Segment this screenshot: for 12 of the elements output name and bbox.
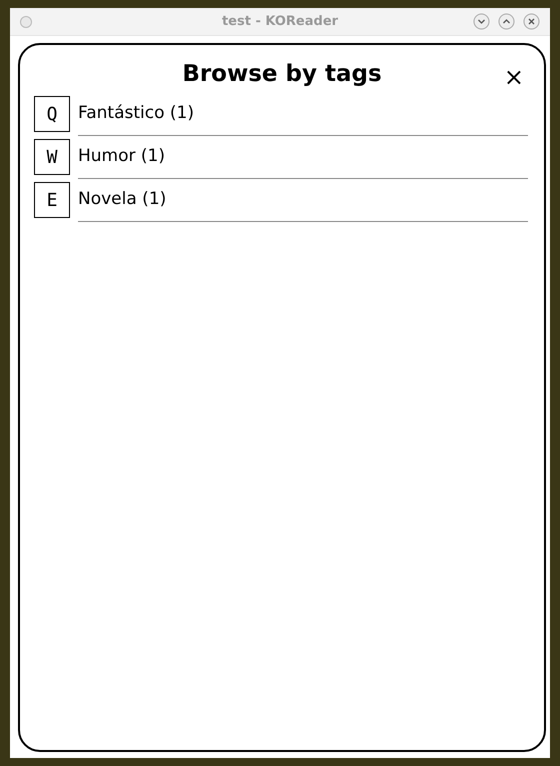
minimize-icon[interactable] (473, 13, 490, 30)
maximize-icon[interactable] (498, 13, 515, 30)
tag-item[interactable]: Novela (1) (78, 182, 528, 222)
close-button[interactable]: × (500, 63, 528, 91)
dialog-title: Browse by tags (182, 60, 382, 89)
shortcut-key[interactable]: W (34, 139, 70, 175)
tag-item[interactable]: Humor (1) (78, 139, 528, 179)
shortcut-key[interactable]: Q (34, 96, 70, 132)
window-title: test - KOReader (222, 12, 338, 31)
close-icon[interactable] (523, 13, 540, 30)
tag-item[interactable]: Fantástico (1) (78, 96, 528, 136)
shortcut-key[interactable]: E (34, 182, 70, 218)
